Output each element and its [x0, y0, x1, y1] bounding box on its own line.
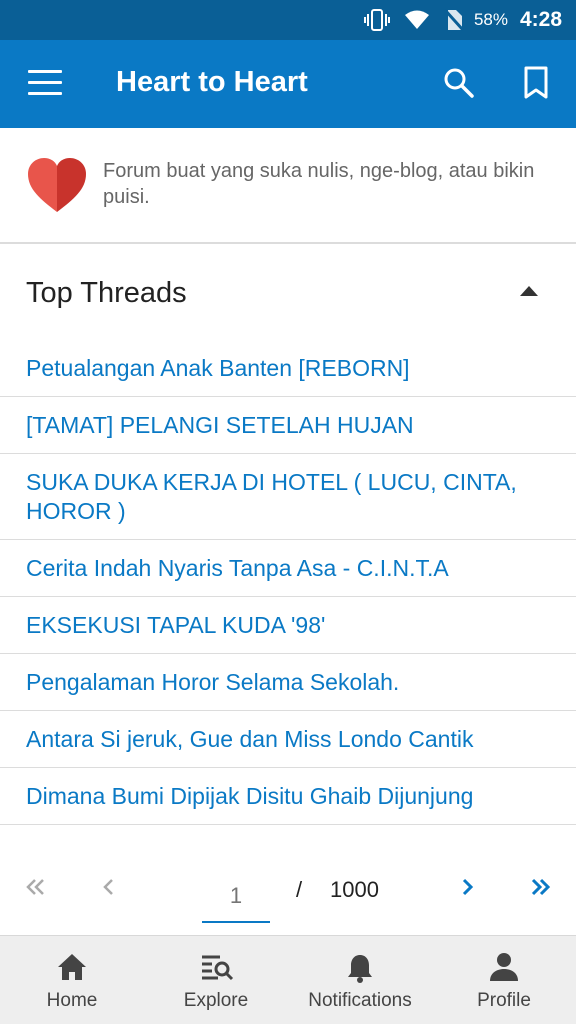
home-icon	[58, 954, 86, 980]
total-pages: 1000	[330, 877, 379, 902]
nav-profile-label: Profile	[477, 990, 531, 1011]
bookmark-icon[interactable]	[522, 66, 550, 105]
pagination: / 1000	[0, 855, 576, 933]
nav-home[interactable]: Home	[0, 936, 144, 1025]
bell-icon	[348, 955, 372, 983]
next-page-icon[interactable]	[458, 875, 476, 906]
last-page-icon[interactable]	[528, 875, 552, 906]
page-number-input[interactable]	[202, 871, 270, 923]
forum-description: Forum buat yang suka nulis, nge-blog, at…	[103, 160, 535, 208]
clock: 4:28	[519, 8, 562, 31]
nav-home-label: Home	[46, 990, 98, 1011]
thread-link[interactable]: Cerita Indah Nyaris Tanpa Asa - C.I.N.T.…	[0, 540, 576, 597]
app-bar: Heart to Heart	[0, 40, 576, 128]
nav-explore-label: Explore	[183, 990, 249, 1011]
thread-link[interactable]: SUKA DUKA KERJA DI HOTEL ( LUCU, CINTA, …	[0, 454, 576, 540]
caret-up-icon[interactable]	[520, 286, 538, 296]
thread-link[interactable]: Petualangan Anak Banten [REBORN]	[0, 340, 576, 397]
bottom-nav: Home Explore Notifications Profile	[0, 935, 576, 1024]
thread-link[interactable]: Pengalaman Horor Selama Sekolah.	[0, 654, 576, 711]
section-title: Top Threads	[26, 277, 187, 309]
thread-link[interactable]: [TAMAT] PELANGI SETELAH HUJAN	[0, 397, 576, 454]
battery-level: 58%	[473, 10, 508, 29]
menu-icon[interactable]	[28, 70, 62, 96]
forum-header: Forum buat yang suka nulis, nge-blog, at…	[0, 128, 576, 244]
heart-icon	[26, 156, 88, 219]
nav-notifications-label: Notifications	[308, 990, 412, 1011]
prev-page-icon[interactable]	[100, 875, 118, 906]
first-page-icon[interactable]	[24, 875, 48, 906]
person-icon	[490, 953, 518, 981]
status-bar: 58% 4:28	[0, 0, 576, 40]
search-icon[interactable]	[442, 66, 476, 105]
explore-icon	[202, 955, 234, 981]
thread-link[interactable]: Antara Si jeruk, Gue dan Miss Londo Cant…	[0, 711, 576, 768]
nav-explore[interactable]: Explore	[144, 936, 288, 1025]
page-separator: /	[296, 877, 303, 902]
wifi-icon	[404, 10, 430, 30]
thread-link[interactable]: EKSEKUSI TAPAL KUDA '98'	[0, 597, 576, 654]
thread-list: Petualangan Anak Banten [REBORN] [TAMAT]…	[0, 340, 576, 845]
page-title: Heart to Heart	[116, 66, 308, 98]
vibrate-icon	[363, 9, 390, 31]
top-threads-header[interactable]: Top Threads	[0, 244, 576, 334]
thread-link[interactable]: Dimana Bumi Dipijak Disitu Ghaib Dijunju…	[0, 768, 576, 825]
nav-profile[interactable]: Profile	[432, 936, 576, 1025]
nav-notifications[interactable]: Notifications	[288, 936, 432, 1025]
no-sim-icon	[443, 9, 464, 31]
